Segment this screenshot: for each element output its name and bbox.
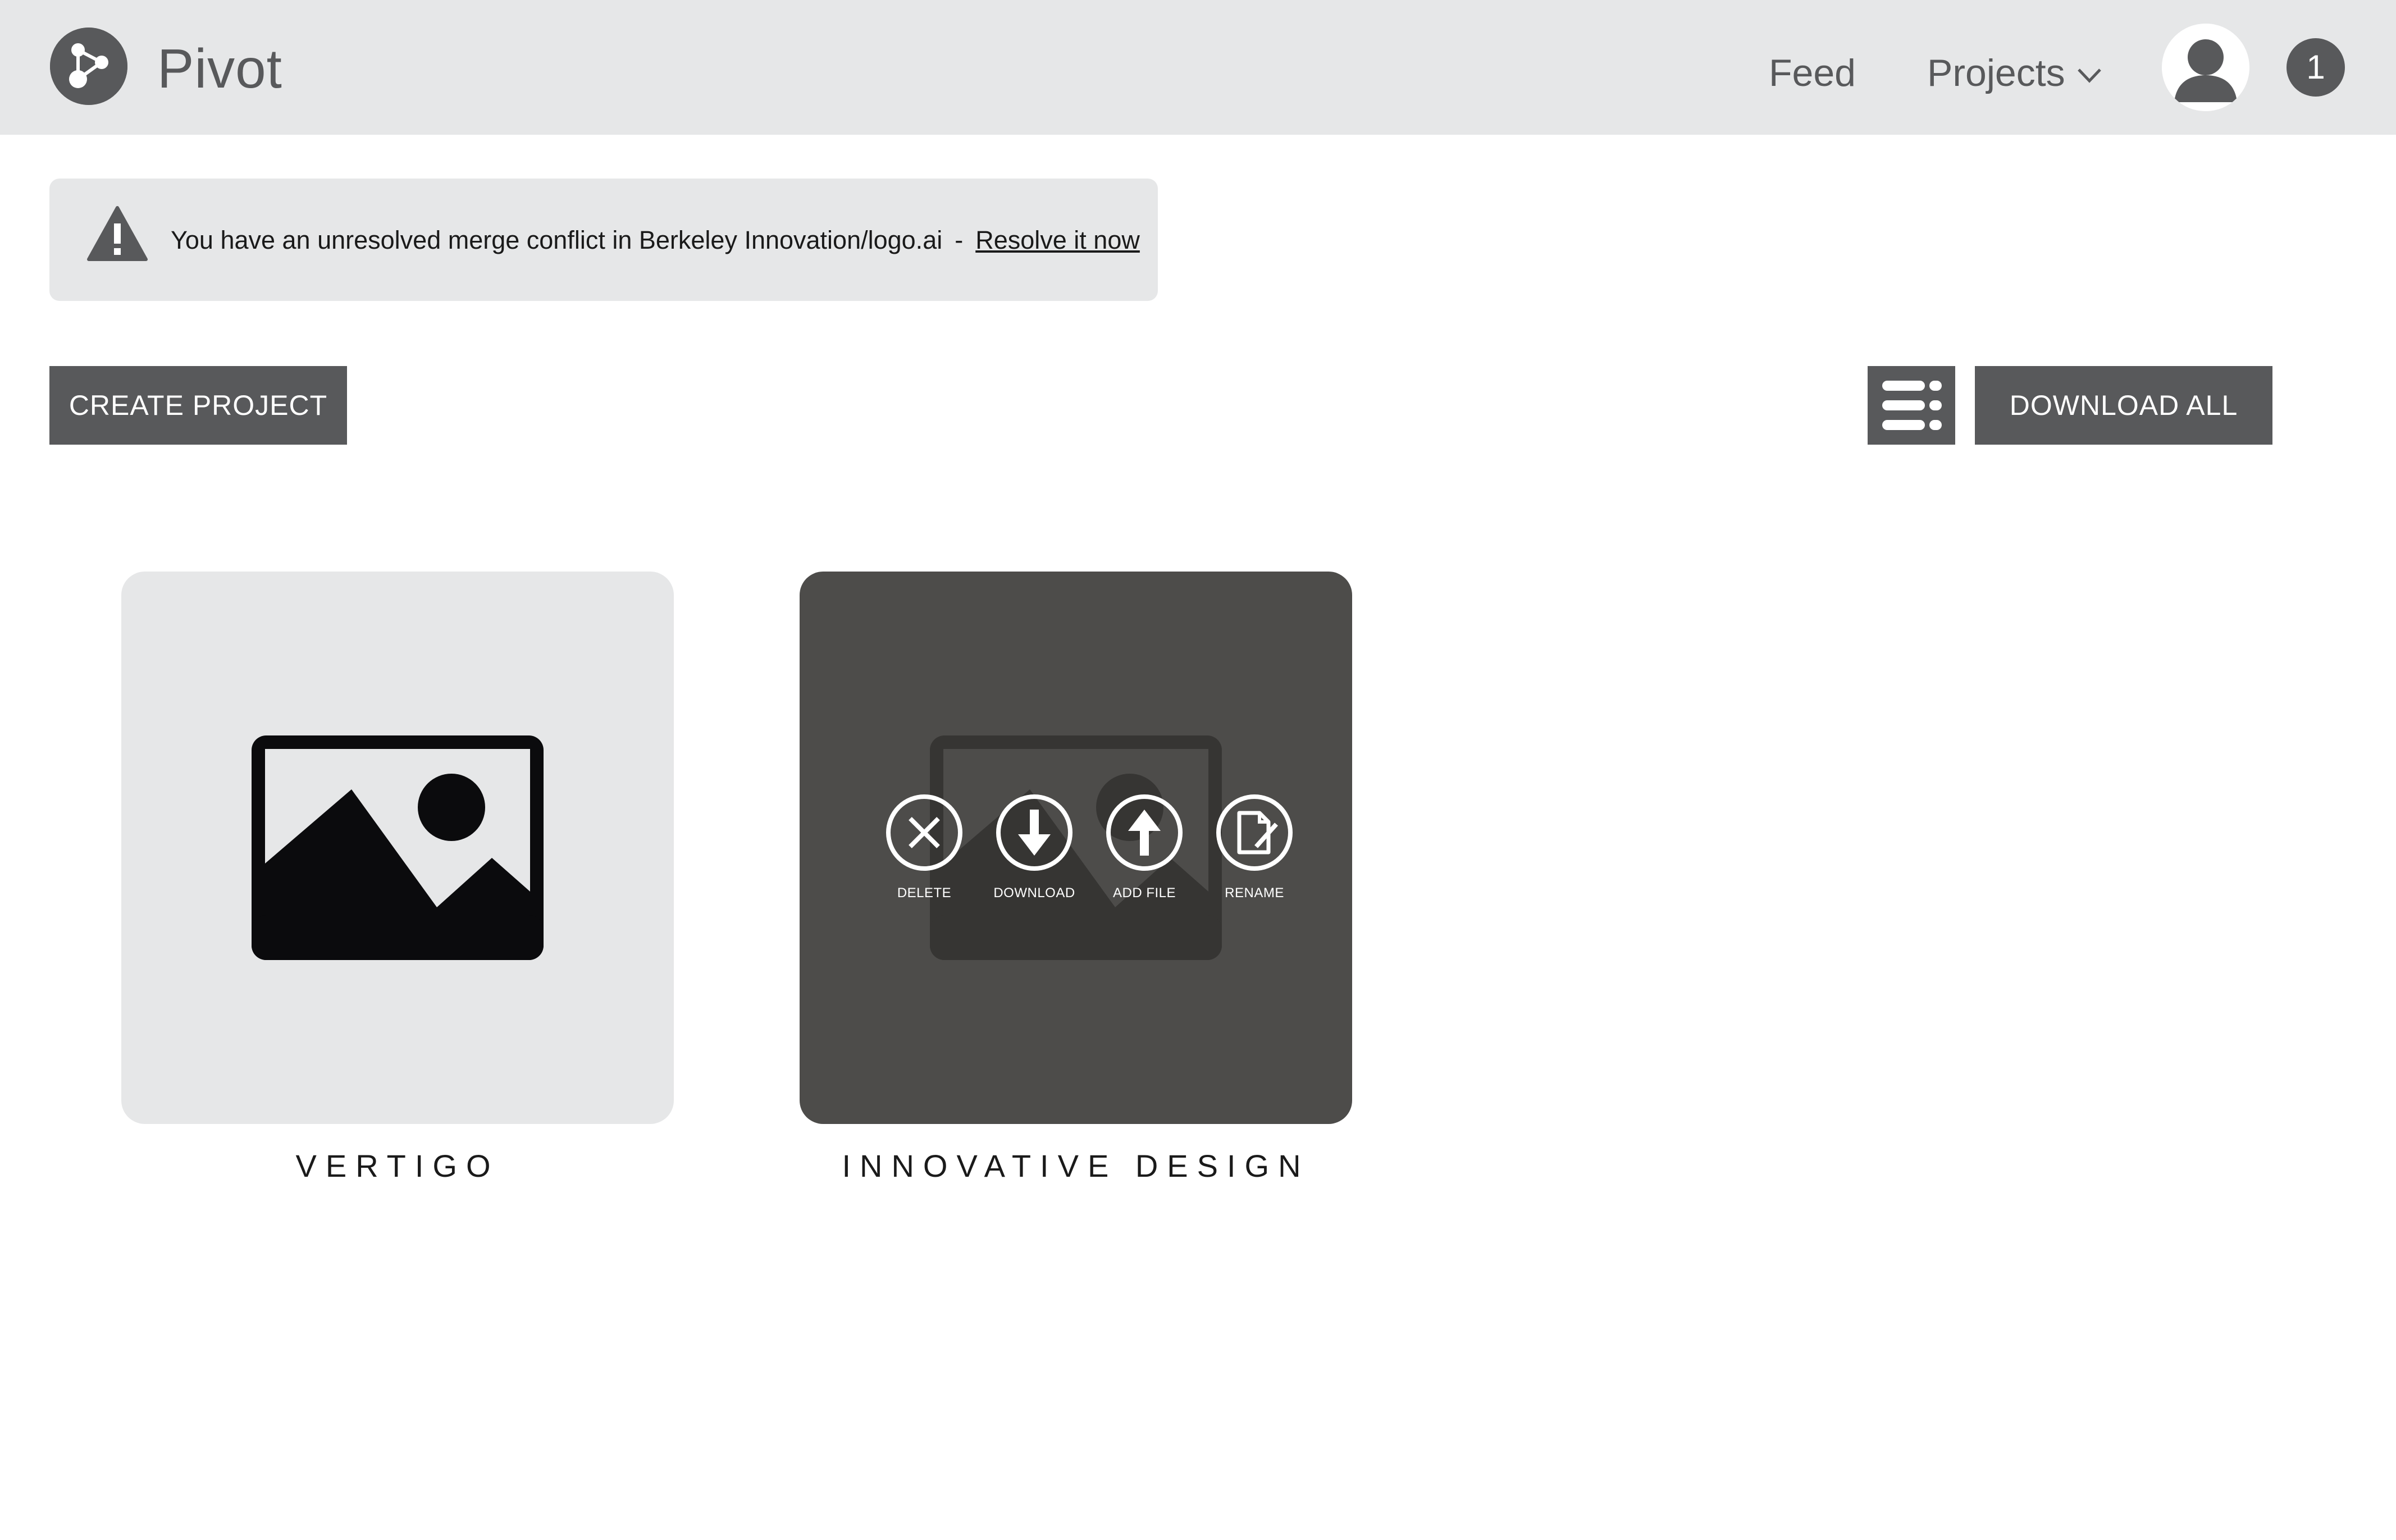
nav-feed-link[interactable]: Feed: [1769, 45, 1856, 101]
delete-button[interactable]: DELETE: [869, 793, 979, 902]
chevron-down-icon: [2077, 68, 2101, 83]
warning-icon: [86, 205, 148, 262]
project-title[interactable]: INNOVATIVE DESIGN: [800, 1148, 1352, 1185]
project-card-innovative-design[interactable]: DELETE DOWNLOAD ADD FILE RENAME: [800, 572, 1352, 1124]
list-view-button[interactable]: [1868, 366, 1955, 445]
project-title[interactable]: VERTIGO: [121, 1148, 674, 1185]
list-view-icon: [1882, 381, 1942, 430]
resolve-link[interactable]: Resolve it now: [975, 226, 1140, 254]
add-file-button[interactable]: ADD FILE: [1089, 793, 1199, 902]
upload-circle-icon: [1106, 794, 1183, 871]
edit-document-icon: [1216, 794, 1293, 871]
user-avatar[interactable]: [2162, 24, 2249, 111]
top-bar: Pivot Feed Projects 1: [0, 0, 2396, 135]
share-icon[interactable]: [50, 28, 127, 105]
nav-projects-dropdown[interactable]: Projects: [1927, 45, 2102, 101]
delete-label: DELETE: [897, 885, 952, 901]
download-label: DOWNLOAD: [993, 885, 1075, 901]
card-actions: DELETE DOWNLOAD ADD FILE RENAME: [869, 793, 1293, 927]
notification-badge[interactable]: 1: [2287, 38, 2345, 97]
download-all-button[interactable]: DOWNLOAD ALL: [1975, 366, 2272, 445]
alert-message-row: You have an unresolved merge conflict in…: [171, 218, 1140, 263]
create-project-button[interactable]: CREATE PROJECT: [49, 366, 347, 445]
alert-separator: -: [955, 226, 964, 254]
image-icon: [252, 735, 544, 960]
close-circle-icon: [886, 794, 962, 871]
rename-button[interactable]: RENAME: [1199, 793, 1309, 902]
nav-projects-label: Projects: [1927, 52, 2065, 94]
download-circle-icon: [996, 794, 1073, 871]
download-button[interactable]: DOWNLOAD: [979, 793, 1089, 902]
alert-message: You have an unresolved merge conflict in…: [171, 226, 943, 254]
merge-conflict-alert: You have an unresolved merge conflict in…: [49, 179, 1158, 301]
project-card-vertigo[interactable]: [121, 572, 674, 1124]
user-icon: [2162, 24, 2249, 111]
app-name[interactable]: Pivot: [157, 35, 282, 102]
add-file-label: ADD FILE: [1112, 885, 1176, 901]
rename-label: RENAME: [1225, 885, 1284, 901]
